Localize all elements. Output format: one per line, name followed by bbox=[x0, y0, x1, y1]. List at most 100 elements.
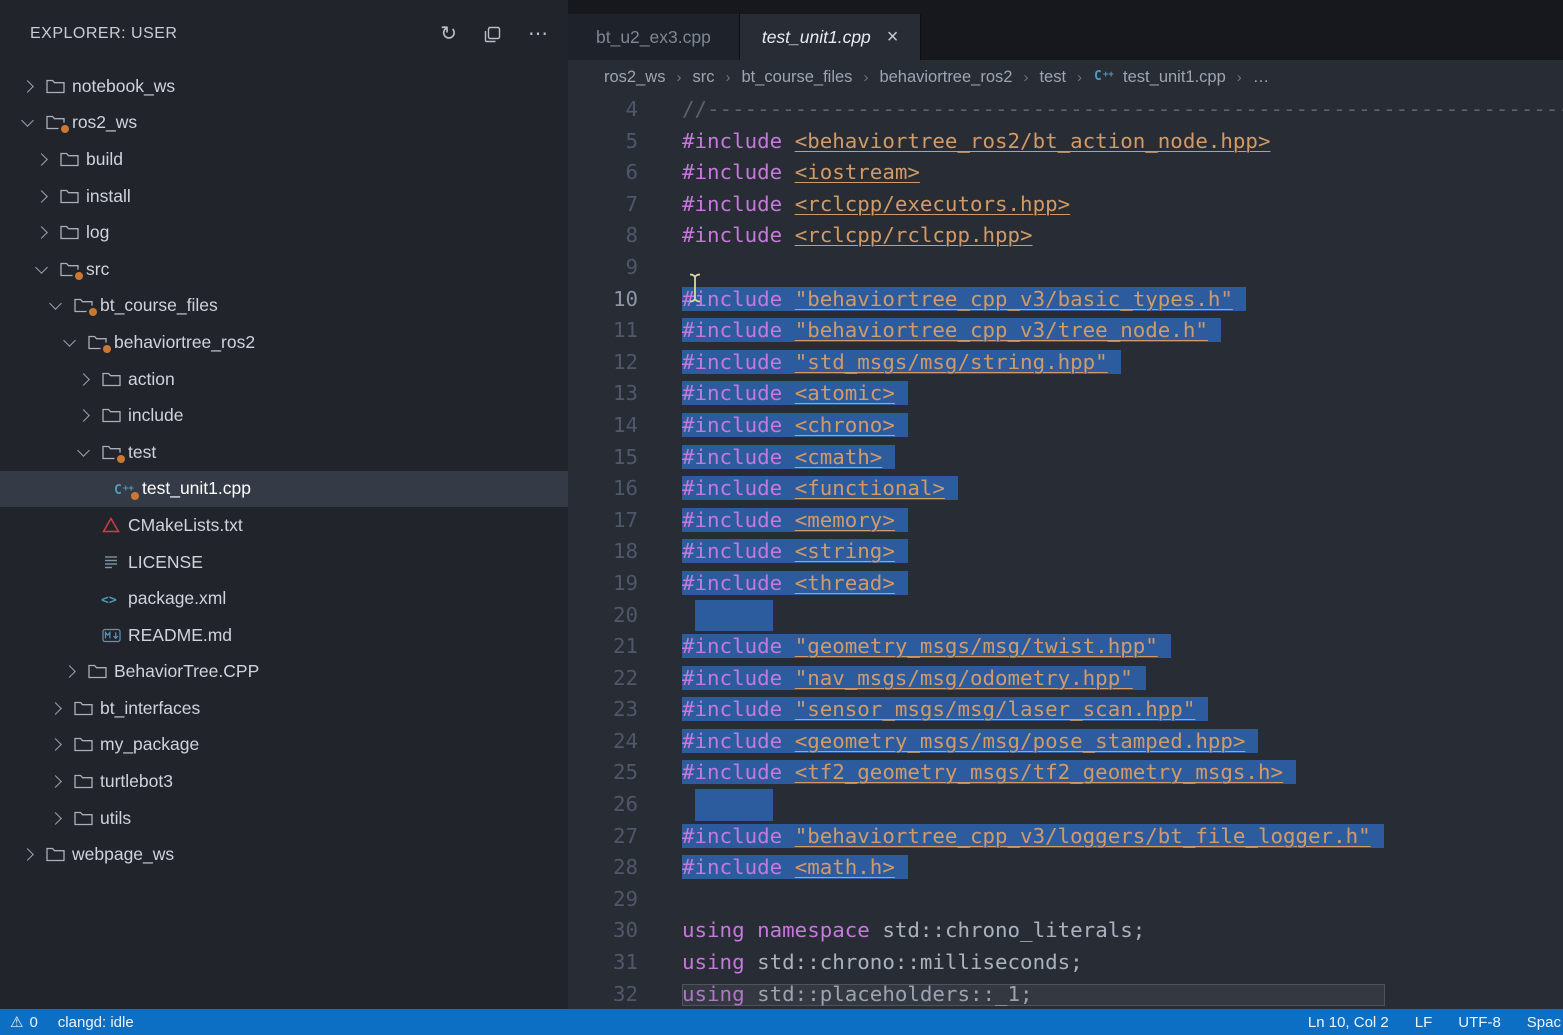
code-line[interactable]: 16#include <functional> bbox=[568, 473, 1563, 505]
line-number[interactable]: 30 bbox=[568, 915, 638, 947]
close-icon[interactable]: × bbox=[887, 28, 899, 46]
clangd-status[interactable]: clangd: idle bbox=[58, 1014, 134, 1031]
code-line[interactable]: 20 bbox=[568, 600, 1563, 632]
line-number[interactable]: 14 bbox=[568, 410, 638, 442]
eol-indicator[interactable]: LF bbox=[1415, 1014, 1433, 1031]
editor[interactable]: 4//-------------------------------------… bbox=[568, 94, 1563, 1009]
line-number[interactable]: 29 bbox=[568, 884, 638, 916]
tree-item-behaviortree-ros2[interactable]: behaviortree_ros2 bbox=[0, 324, 568, 361]
problems-indicator[interactable]: ⚠ 0 bbox=[10, 1013, 38, 1031]
line-number[interactable]: 23 bbox=[568, 694, 638, 726]
code-line[interactable]: 19#include <thread> bbox=[568, 568, 1563, 600]
line-number[interactable]: 16 bbox=[568, 473, 638, 505]
tree-item-bt-interfaces[interactable]: bt_interfaces bbox=[0, 690, 568, 727]
code-line[interactable]: 11#include "behaviortree_cpp_v3/tree_nod… bbox=[568, 315, 1563, 347]
code-line[interactable]: 12#include "std_msgs/msg/string.hpp" bbox=[568, 347, 1563, 379]
code-line[interactable]: 23#include "sensor_msgs/msg/laser_scan.h… bbox=[568, 694, 1563, 726]
tree-item-install[interactable]: install bbox=[0, 178, 568, 215]
tree-item-cmakelists-txt[interactable]: CMakeLists.txt bbox=[0, 507, 568, 544]
tree-item-include[interactable]: include bbox=[0, 397, 568, 434]
tree-item-package-xml[interactable]: <>package.xml bbox=[0, 580, 568, 617]
code-line[interactable]: 5#include <behaviortree_ros2/bt_action_n… bbox=[568, 126, 1563, 158]
tree-item-test-unit1-cpp[interactable]: C++test_unit1.cpp bbox=[0, 471, 568, 508]
breadcrumb-item-behaviortree-ros2[interactable]: behaviortree_ros2 bbox=[879, 68, 1012, 87]
tree-item-action[interactable]: action bbox=[0, 361, 568, 398]
line-number[interactable]: 28 bbox=[568, 852, 638, 884]
code-line[interactable]: 29 bbox=[568, 884, 1563, 916]
tree-item-bt-course-files[interactable]: bt_course_files bbox=[0, 288, 568, 325]
tree-item-webpage-ws[interactable]: webpage_ws bbox=[0, 836, 568, 873]
breadcrumb-item-test[interactable]: test bbox=[1039, 68, 1066, 87]
tree-item-ros2-ws[interactable]: ros2_ws bbox=[0, 105, 568, 142]
code-line[interactable]: 4//-------------------------------------… bbox=[568, 94, 1563, 126]
code-line[interactable]: 30using namespace std::chrono_literals; bbox=[568, 915, 1563, 947]
tree-item-license[interactable]: LICENSE bbox=[0, 544, 568, 581]
line-number[interactable]: 12 bbox=[568, 347, 638, 379]
code-line[interactable]: 14#include <chrono> bbox=[568, 410, 1563, 442]
code-line[interactable]: 26 bbox=[568, 789, 1563, 821]
code-line[interactable]: 25#include <tf2_geometry_msgs/tf2_geomet… bbox=[568, 757, 1563, 789]
code-line[interactable]: 15#include <cmath> bbox=[568, 442, 1563, 474]
line-number[interactable]: 6 bbox=[568, 157, 638, 189]
refresh-icon[interactable]: ↻ bbox=[440, 24, 457, 44]
line-number[interactable]: 15 bbox=[568, 442, 638, 474]
tree-item-test[interactable]: test bbox=[0, 434, 568, 471]
code-line[interactable]: 8#include <rclcpp/rclcpp.hpp> bbox=[568, 220, 1563, 252]
code-line[interactable]: 31using std::chrono::milliseconds; bbox=[568, 947, 1563, 979]
horizontal-scrollbar[interactable] bbox=[682, 984, 1385, 1006]
line-number[interactable]: 17 bbox=[568, 505, 638, 537]
line-number[interactable]: 26 bbox=[568, 789, 638, 821]
tree-item-turtlebot3[interactable]: turtlebot3 bbox=[0, 763, 568, 800]
line-number[interactable]: 24 bbox=[568, 726, 638, 758]
tree-item-src[interactable]: src bbox=[0, 251, 568, 288]
tree-item-my-package[interactable]: my_package bbox=[0, 727, 568, 764]
code-line[interactable]: 9 bbox=[568, 252, 1563, 284]
line-number[interactable]: 7 bbox=[568, 189, 638, 221]
code-line[interactable]: 22#include "nav_msgs/msg/odometry.hpp" bbox=[568, 663, 1563, 695]
line-number[interactable]: 27 bbox=[568, 821, 638, 853]
tree-item-behaviortree-cpp[interactable]: BehaviorTree.CPP bbox=[0, 654, 568, 691]
code-line[interactable]: 7#include <rclcpp/executors.hpp> bbox=[568, 189, 1563, 221]
line-number[interactable]: 9 bbox=[568, 252, 638, 284]
line-number[interactable]: 8 bbox=[568, 220, 638, 252]
line-number[interactable]: 19 bbox=[568, 568, 638, 600]
tree-item-readme-md[interactable]: README.md bbox=[0, 617, 568, 654]
tree-item-build[interactable]: build bbox=[0, 141, 568, 178]
line-number[interactable]: 22 bbox=[568, 663, 638, 695]
tab-bt-u2-ex3-cpp[interactable]: bt_u2_ex3.cpp bbox=[568, 14, 740, 60]
line-number[interactable]: 20 bbox=[568, 600, 638, 632]
line-number[interactable]: 25 bbox=[568, 757, 638, 789]
more-actions-icon[interactable]: ⋯ bbox=[528, 24, 548, 44]
tree-item-log[interactable]: log bbox=[0, 214, 568, 251]
encoding-indicator[interactable]: UTF-8 bbox=[1458, 1014, 1501, 1031]
breadcrumb-item-bt-course-files[interactable]: bt_course_files bbox=[741, 68, 852, 87]
cursor-position-indicator[interactable]: Ln 10, Col 2 bbox=[1308, 1014, 1389, 1031]
code-line[interactable]: 27#include "behaviortree_cpp_v3/loggers/… bbox=[568, 821, 1563, 853]
line-number[interactable]: 10 bbox=[568, 284, 638, 316]
code-line[interactable]: 21#include "geometry_msgs/msg/twist.hpp" bbox=[568, 631, 1563, 663]
breadcrumb-item-ros2-ws[interactable]: ros2_ws bbox=[604, 68, 665, 87]
code-line[interactable]: 6#include <iostream> bbox=[568, 157, 1563, 189]
copy-icon[interactable] bbox=[484, 26, 501, 43]
code-line[interactable]: 10#include "behaviortree_cpp_v3/basic_ty… bbox=[568, 284, 1563, 316]
line-number[interactable]: 13 bbox=[568, 378, 638, 410]
code-line[interactable]: 13#include <atomic> bbox=[568, 378, 1563, 410]
line-number[interactable]: 11 bbox=[568, 315, 638, 347]
line-number[interactable]: 32 bbox=[568, 979, 638, 1009]
breadcrumb-item-test-unit1-cpp[interactable]: C++test_unit1.cpp bbox=[1093, 67, 1226, 88]
indentation-indicator[interactable]: Spac bbox=[1527, 1014, 1561, 1031]
line-number[interactable]: 31 bbox=[568, 947, 638, 979]
code-line[interactable]: 28#include <math.h> bbox=[568, 852, 1563, 884]
tree-item-utils[interactable]: utils bbox=[0, 800, 568, 837]
breadcrumb-item-[interactable]: … bbox=[1253, 68, 1270, 87]
line-number[interactable]: 21 bbox=[568, 631, 638, 663]
breadcrumb-item-src[interactable]: src bbox=[692, 68, 714, 87]
code-line[interactable]: 18#include <string> bbox=[568, 536, 1563, 568]
code-line[interactable]: 17#include <memory> bbox=[568, 505, 1563, 537]
line-number[interactable]: 5 bbox=[568, 126, 638, 158]
line-number[interactable]: 18 bbox=[568, 536, 638, 568]
line-number[interactable]: 4 bbox=[568, 94, 638, 126]
tab-test-unit1-cpp[interactable]: test_unit1.cpp× bbox=[740, 14, 922, 60]
code-area[interactable]: 4//-------------------------------------… bbox=[568, 94, 1563, 1009]
code-line[interactable]: 24#include <geometry_msgs/msg/pose_stamp… bbox=[568, 726, 1563, 758]
